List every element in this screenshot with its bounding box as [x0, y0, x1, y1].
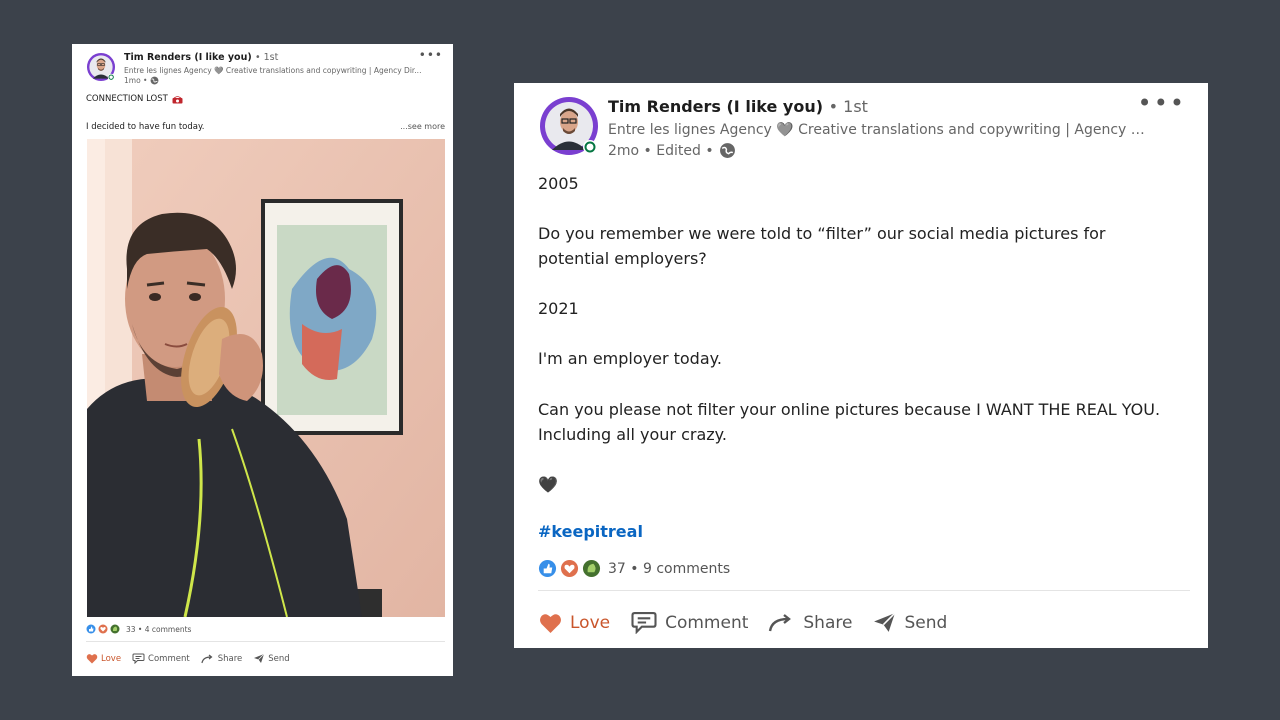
send-button[interactable]: Send: [253, 653, 290, 664]
action-bar: Love Comment Share Send: [86, 653, 290, 664]
post-paragraph: Do you remember we were told to “filter”…: [538, 224, 1106, 268]
connection-degree: • 1st: [255, 52, 279, 63]
action-bar: Love Comment Share Send: [538, 611, 947, 634]
send-icon: [254, 653, 265, 663]
love-reaction-icon: [98, 624, 108, 634]
divider: [86, 641, 445, 642]
send-icon: [874, 612, 896, 632]
avatar[interactable]: [86, 52, 116, 82]
heart-icon: 🖤: [538, 475, 558, 494]
share-icon: [769, 613, 792, 631]
insightful-reaction-icon: [110, 624, 120, 634]
post-text-line: CONNECTION LOST: [86, 94, 183, 104]
avatar[interactable]: [538, 95, 600, 157]
post-paragraph: I'm an employer today.: [538, 349, 722, 368]
post-text-line: I decided to have fun today.: [86, 122, 205, 132]
love-button[interactable]: Love: [86, 653, 121, 664]
love-reaction-icon: [560, 559, 579, 578]
post-meta: 2mo • Edited •: [608, 142, 736, 159]
post-meta: 1mo •: [124, 76, 159, 85]
reaction-summary[interactable]: 33 • 4 comments: [86, 624, 191, 634]
author-headline: Entre les lignes Agency 🩶 Creative trans…: [608, 122, 1148, 138]
post-card-large: Tim Renders (I like you) • 1st Entre les…: [514, 83, 1208, 648]
author-headline: Entre les lignes Agency 🩶 Creative trans…: [124, 66, 422, 75]
post-photo[interactable]: [87, 139, 445, 617]
author-name[interactable]: Tim Renders (I like you) • 1st: [124, 52, 278, 63]
comment-button[interactable]: Comment: [132, 653, 190, 664]
send-button[interactable]: Send: [872, 611, 947, 634]
see-more-link[interactable]: ...see more: [400, 122, 445, 131]
comment-button[interactable]: Comment: [630, 611, 748, 634]
share-button[interactable]: Share: [768, 611, 852, 634]
hashtag-link[interactable]: #keepitreal: [538, 522, 643, 541]
like-reaction-icon: [86, 624, 96, 634]
like-reaction-icon: [538, 559, 557, 578]
love-button[interactable]: Love: [538, 611, 610, 634]
post-paragraph: 2005: [538, 174, 579, 193]
author-name[interactable]: Tim Renders (I like you) • 1st: [608, 97, 868, 116]
connection-degree: • 1st: [828, 97, 868, 116]
post-paragraph: 2021: [538, 299, 579, 318]
comment-icon: [631, 612, 657, 634]
divider: [538, 590, 1190, 591]
post-card-small: Tim Renders (I like you) • 1st Entre les…: [72, 44, 453, 676]
globe-icon: [151, 76, 159, 85]
telephone-icon: [172, 95, 183, 103]
reaction-summary[interactable]: 37 • 9 comments: [538, 559, 730, 578]
globe-icon: [719, 143, 735, 158]
share-button[interactable]: Share: [201, 653, 242, 664]
more-icon[interactable]: •••: [419, 48, 443, 62]
love-icon: [540, 613, 561, 633]
love-icon: [86, 654, 98, 664]
insightful-reaction-icon: [582, 559, 601, 578]
comment-icon: [132, 653, 145, 664]
share-icon: [201, 654, 213, 663]
post-paragraph: Can you please not filter your online pi…: [538, 400, 1161, 444]
more-icon[interactable]: •••: [1138, 89, 1186, 117]
